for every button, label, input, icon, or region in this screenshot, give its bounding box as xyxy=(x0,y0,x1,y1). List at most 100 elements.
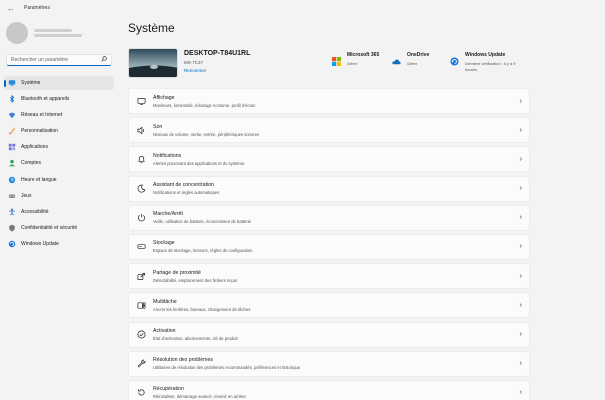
sidebar-item-label: Heure et langue xyxy=(21,176,57,183)
setting-title: Multitâche xyxy=(153,298,177,305)
moon-icon xyxy=(136,184,146,193)
account-icon xyxy=(8,159,16,167)
multitask-icon xyxy=(136,301,146,310)
microsoft-365-tile[interactable]: Microsoft 365 Gérer xyxy=(332,52,379,67)
chevron-right-icon: › xyxy=(519,214,522,222)
setting-marche-arret[interactable]: Marche/Arrêt Veille, utilisation de batt… xyxy=(128,204,530,231)
device-wallpaper-thumbnail xyxy=(128,48,178,78)
setting-resolution-problemes[interactable]: Résolution des problèmes Utilitaires de … xyxy=(128,350,530,377)
onedrive-cloud-icon xyxy=(392,53,401,65)
setting-subtitle: Réinitialiser, démarrage avancé, revenir… xyxy=(153,394,246,400)
tile-title: OneDrive xyxy=(407,52,430,58)
setting-subtitle: Notifications et règles automatiques xyxy=(153,190,220,196)
apps-icon xyxy=(8,143,16,151)
main-content: Système DESKTOP-T84U1RL MS-7C37 Renommer xyxy=(128,16,530,400)
tile-title: Windows Update xyxy=(465,52,506,58)
setting-subtitle: Ancrer les fenêtres, bureaux, changement… xyxy=(153,306,251,312)
sidebar: Système Bluetooth et appareils Réseau et… xyxy=(0,16,118,400)
setting-subtitle: Niveaux de volume, sortie, entrée, périp… xyxy=(153,131,260,137)
setting-activation[interactable]: Activation État d'activation, abonnement… xyxy=(128,321,530,348)
setting-recuperation[interactable]: Récupération Réinitialiser, démarrage av… xyxy=(128,379,530,400)
wifi-icon xyxy=(8,111,16,119)
setting-title: Affichage xyxy=(153,94,175,101)
page-title: Système xyxy=(128,21,175,35)
profile-name-blurred xyxy=(34,27,82,39)
windows-update-icon xyxy=(450,53,459,66)
setting-stockage[interactable]: Stockage Espace de stockage, lecteurs, r… xyxy=(128,233,530,260)
sidebar-item-label: Système xyxy=(21,80,41,86)
monitor-icon xyxy=(8,79,16,87)
storage-icon xyxy=(136,242,146,251)
sidebar-item-heure-langue[interactable]: Heure et langue xyxy=(4,173,114,187)
setting-multitache[interactable]: Multitâche Ancrer les fenêtres, bureaux,… xyxy=(128,292,530,319)
avatar[interactable] xyxy=(6,22,28,44)
gamepad-icon xyxy=(8,192,16,200)
settings-list: Affichage Moniteurs, luminosité, éclaira… xyxy=(128,88,530,400)
rename-link[interactable]: Renommer xyxy=(184,68,250,73)
onedrive-tile[interactable]: OneDrive Gérer xyxy=(392,52,429,67)
sidebar-item-label: Personnalisation xyxy=(21,128,58,135)
sidebar-item-label: Bluetooth et appareils xyxy=(21,96,70,103)
chevron-right-icon: › xyxy=(519,185,522,193)
device-info: DESKTOP-T84U1RL MS-7C37 Renommer xyxy=(184,50,250,73)
setting-title: Récupération xyxy=(153,386,184,393)
sidebar-item-bluetooth[interactable]: Bluetooth et appareils xyxy=(4,92,114,106)
accessibility-icon xyxy=(8,208,16,216)
sidebar-item-applications[interactable]: Applications xyxy=(4,140,114,154)
tile-title: Microsoft 365 xyxy=(347,52,380,58)
device-name: DESKTOP-T84U1RL xyxy=(184,50,251,57)
setting-title: Notifications xyxy=(153,152,182,159)
sidebar-item-confidentialite[interactable]: Confidentialité et sécurité xyxy=(4,221,114,235)
bell-icon xyxy=(136,155,146,164)
brush-icon xyxy=(8,127,16,135)
chevron-right-icon: › xyxy=(519,126,522,134)
setting-assistant-concentration[interactable]: Assistant de concentration Notifications… xyxy=(128,175,530,202)
microsoft-logo-icon xyxy=(332,53,341,66)
chevron-right-icon: › xyxy=(519,331,522,338)
user-profile[interactable] xyxy=(6,22,82,44)
sidebar-item-accessibilite[interactable]: Accessibilité xyxy=(4,205,114,219)
setting-title: Assistant de concentration xyxy=(153,182,214,189)
setting-subtitle: Espace de stockage, lecteurs, règles de … xyxy=(153,248,253,254)
chevron-right-icon: › xyxy=(519,272,522,280)
windows-update-tile[interactable]: Windows Update Dernière vérification : i… xyxy=(450,52,530,72)
back-arrow-icon[interactable]: ← xyxy=(4,4,18,13)
search-input[interactable] xyxy=(11,57,101,63)
setting-subtitle: Moniteurs, luminosité, éclairage nocturn… xyxy=(153,102,256,108)
sidebar-item-systeme[interactable]: Système xyxy=(4,76,114,90)
clock-globe-icon xyxy=(8,176,16,184)
sidebar-item-label: Windows Update xyxy=(21,240,59,247)
update-icon xyxy=(8,240,16,248)
share-icon xyxy=(136,272,146,281)
window-title: Paramètres xyxy=(24,5,50,11)
setting-title: Partage de proximité xyxy=(153,269,201,276)
setting-son[interactable]: Son Niveaux de volume, sortie, entrée, p… xyxy=(128,117,530,144)
search-box[interactable] xyxy=(6,54,112,66)
setting-affichage[interactable]: Affichage Moniteurs, luminosité, éclaira… xyxy=(128,88,530,114)
chevron-right-icon: › xyxy=(519,360,522,368)
sidebar-item-label: Réseau et Internet xyxy=(21,112,63,119)
setting-subtitle: Utilitaires de résolution des problèmes … xyxy=(153,365,301,371)
setting-partage-proximite[interactable]: Partage de proximité Détectabilité, empl… xyxy=(128,263,530,290)
setting-title: Stockage xyxy=(153,240,175,247)
sidebar-item-comptes[interactable]: Comptes xyxy=(4,156,114,170)
speaker-icon xyxy=(136,126,146,135)
setting-notifications[interactable]: Notifications Alertes provenant des appl… xyxy=(128,146,530,173)
chevron-right-icon: › xyxy=(519,243,522,251)
sidebar-item-personnalisation[interactable]: Personnalisation xyxy=(4,124,114,138)
setting-title: Son xyxy=(153,123,163,130)
setting-subtitle: Alertes provenant des applications et du… xyxy=(153,160,246,166)
tile-status: Dernière vérification : il y a 9 heures xyxy=(465,61,516,72)
sidebar-item-label: Comptes xyxy=(21,160,42,167)
device-model: MS-7C37 xyxy=(184,60,204,65)
setting-subtitle: Veille, utilisation de batterie, économi… xyxy=(153,219,251,225)
tile-status: Gérer xyxy=(347,61,358,66)
sidebar-item-windows-update[interactable]: Windows Update xyxy=(4,237,114,251)
sidebar-item-jeux[interactable]: Jeux xyxy=(4,189,114,203)
chevron-right-icon: › xyxy=(519,301,522,309)
setting-title: Résolution des problèmes xyxy=(153,357,213,364)
search-icon[interactable] xyxy=(101,56,107,64)
title-bar: ← Paramètres xyxy=(0,0,605,16)
sidebar-item-reseau[interactable]: Réseau et Internet xyxy=(4,108,114,122)
wrench-icon xyxy=(136,359,146,368)
